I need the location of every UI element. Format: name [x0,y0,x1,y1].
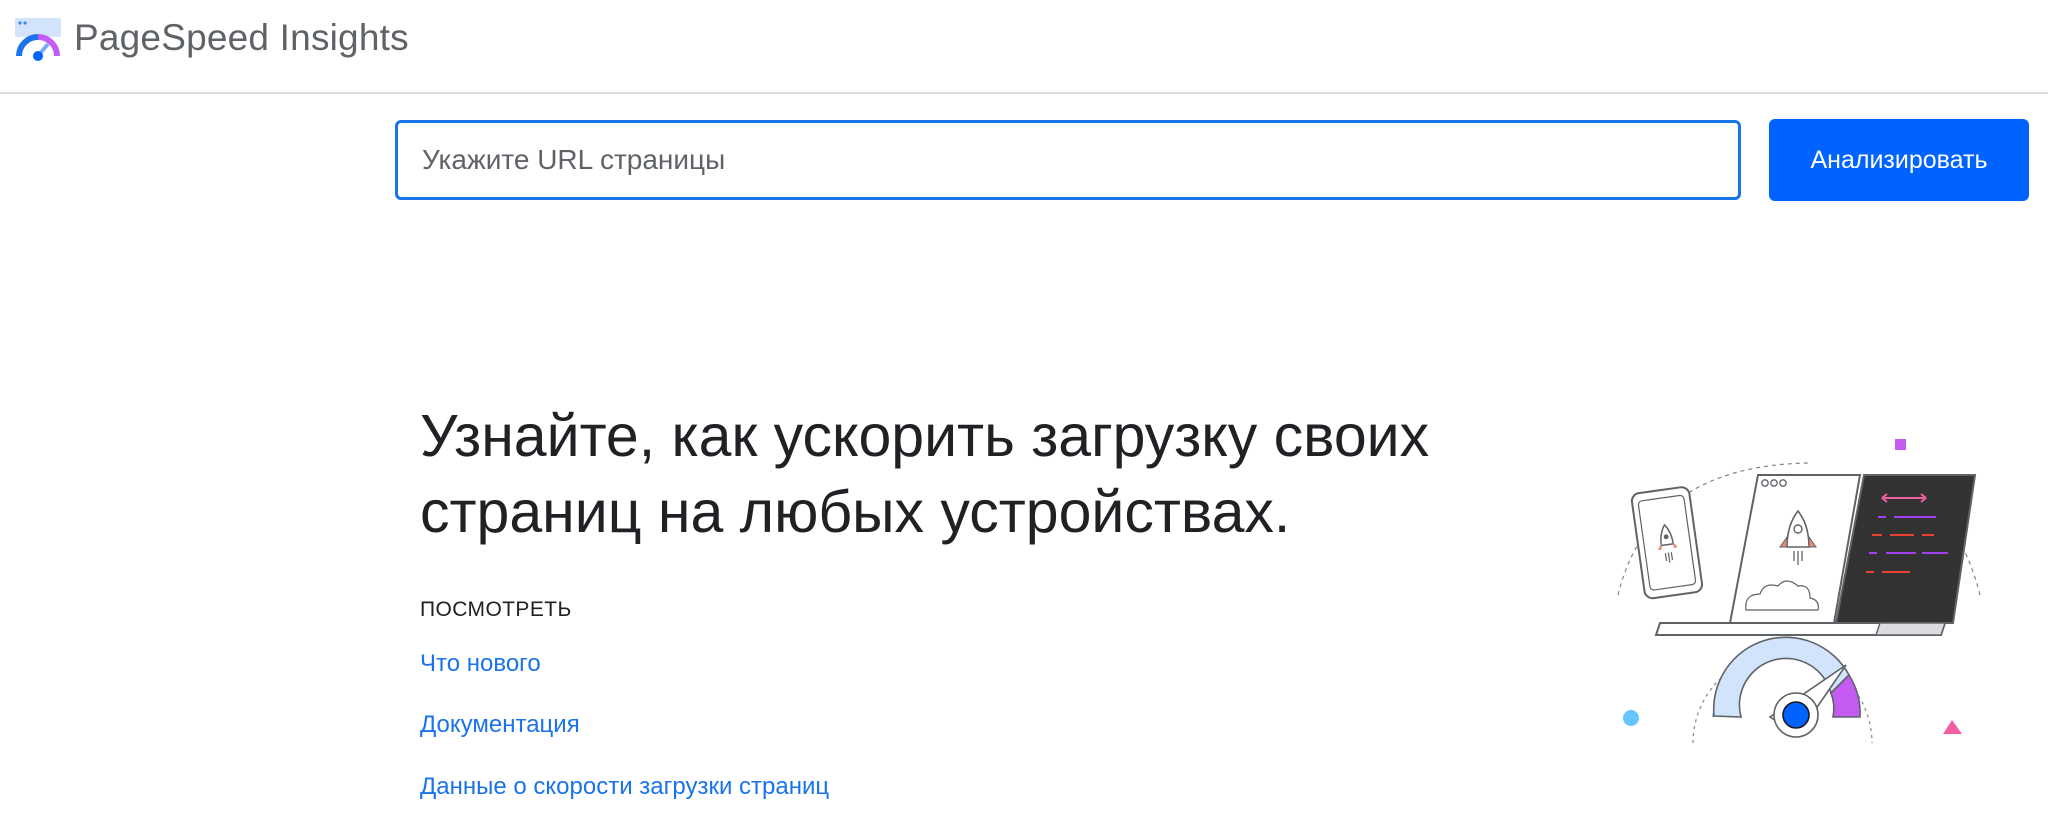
hero-heading: Узнайте, как ускорить загрузку своих стр… [420,403,1430,545]
top-bar: PageSpeed Insights [0,0,2048,94]
home-link[interactable]: PageSpeed Insights [14,14,409,62]
app-title: PageSpeed Insights [74,17,409,58]
page-speed-data-link[interactable]: Данные о скорости загрузки страниц [420,773,829,801]
pagespeed-gauge-icon [15,18,61,61]
analyze-button[interactable]: Анализировать [1769,119,2029,201]
speed-devices-illustration-icon [1617,439,1981,744]
url-input[interactable] [395,120,1741,200]
documentation-link[interactable]: Документация [420,711,580,739]
whats-new-link[interactable]: Что нового [420,650,541,678]
view-section-label: ПОСМОТРЕТЬ [420,598,572,621]
